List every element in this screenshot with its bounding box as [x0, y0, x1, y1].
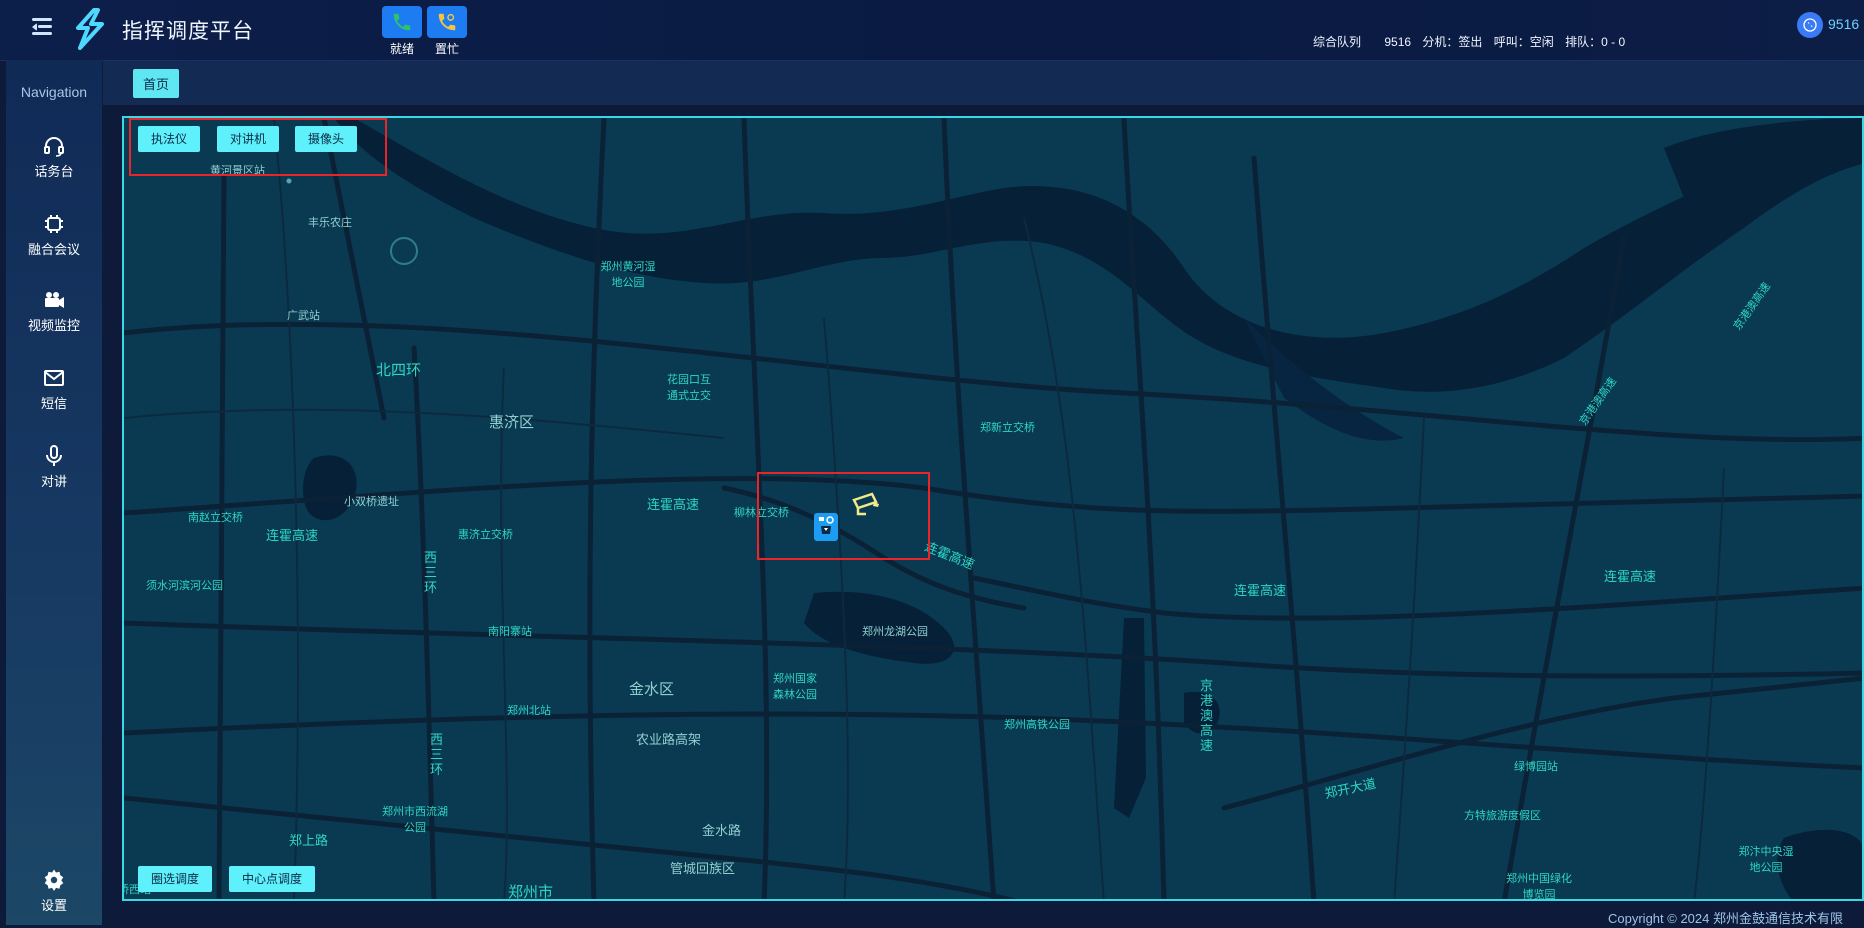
chip-icon [45, 215, 63, 233]
map-label: 金水路 [702, 823, 742, 838]
busy-label: 置忙 [434, 42, 459, 56]
user-id[interactable]: 9516 [1828, 16, 1859, 32]
map-label: 郑州国家森林公园 [773, 673, 817, 701]
nav-item-sms[interactable]: 短信 [6, 366, 102, 426]
nav-item-label: 短信 [40, 396, 67, 411]
map-label: 郑州市 [508, 884, 554, 901]
map-label: 连霍高速 [1234, 583, 1287, 598]
queue-label: 综合队列 [1313, 35, 1362, 49]
map-label: 惠济区 [489, 414, 535, 431]
video-camera-icon [45, 292, 64, 308]
gear-icon [44, 869, 64, 891]
map-label: 郑州龙湖公园 [862, 626, 928, 638]
app-logo-icon [72, 8, 108, 50]
map-label: 农业路高架 [636, 732, 702, 747]
map-label: 南赵立交桥 [188, 512, 243, 524]
map-label: 郑上路 [289, 833, 329, 848]
ready-phone-button[interactable] [382, 6, 422, 38]
nav-item-video[interactable]: 视频监控 [6, 288, 102, 348]
map-label: 京港澳高速 [1200, 678, 1214, 753]
nav-item-label: 对讲 [40, 474, 67, 489]
map-label: 连霍高速 [266, 528, 319, 543]
microphone-icon [46, 445, 62, 466]
map-label: 绿博园站 [1514, 761, 1558, 773]
map-label: 郑州黄河湿地公园 [600, 261, 656, 289]
sidebar: Navigation 话务台 融合会议 视频监控 短信 对讲 设置 [6, 60, 102, 925]
map-label: 郑州北站 [507, 705, 551, 717]
extension-number: 9516 [1384, 35, 1412, 49]
breadcrumb: 首页 [103, 61, 1864, 105]
app-title: 指挥调度平台 [122, 20, 254, 43]
call-status-line: 综合队列 9516 分机：签出 呼叫：空闲 排队：0 - 0 [1313, 33, 1633, 50]
map-label: 广武站 [287, 310, 320, 322]
menu-toggle-icon[interactable] [30, 14, 56, 40]
map-label: 郑州高铁公园 [1004, 719, 1070, 731]
map-label: 西三环 [430, 732, 444, 777]
nav-item-settings[interactable]: 设置 [6, 868, 102, 928]
nav-item-conference[interactable]: 融合会议 [6, 212, 102, 272]
map-view[interactable]: 黄河景区站 丰乐农庄 郑州黄河湿地公园 广武站 北四环 惠济区 花园口互通式立交… [122, 116, 1864, 901]
map-label: 惠济立交桥 [458, 529, 513, 541]
map-label: 连霍高速 [647, 497, 700, 512]
map-label: 管城回族区 [670, 861, 736, 876]
headset-icon [44, 137, 64, 157]
copyright-footer: Copyright © 2024 郑州金鼓通信技术有限 [1608, 911, 1843, 926]
breadcrumb-home[interactable]: 首页 [133, 69, 180, 98]
queue-state: 排队：0 - 0 [1565, 35, 1626, 49]
marker-highlight-box [757, 472, 930, 560]
nav-item-label: 融合会议 [27, 242, 80, 257]
map-label: 北四环 [376, 362, 422, 379]
whatsapp-phone-icon [1803, 18, 1817, 32]
phone-icon [393, 13, 411, 31]
mail-icon [44, 370, 64, 386]
map-label: 郑新立交桥 [980, 422, 1035, 434]
busy-phone-button[interactable] [427, 6, 467, 38]
nav-item-switchboard[interactable]: 话务台 [6, 134, 102, 194]
phone-busy-icon [438, 13, 456, 31]
map-label: 须水河滨河公园 [146, 580, 223, 592]
map-label: 郑州市西流湖公园 [382, 806, 448, 834]
user-avatar[interactable] [1797, 12, 1823, 38]
map-label: 花园口互通式立交 [667, 374, 711, 402]
call-state: 呼叫：空闲 [1493, 35, 1554, 49]
nav-item-label: 设置 [40, 898, 67, 913]
nav-item-label: 视频监控 [27, 318, 80, 333]
map-label: 丰乐农庄 [308, 217, 352, 229]
filter-highlight-box [129, 118, 387, 176]
map-label: 郑州中国绿化博览园 [1506, 873, 1572, 901]
map-label: 南阳寨站 [488, 626, 532, 638]
map-label: 连霍高速 [1604, 569, 1657, 584]
map-label: 西三环 [424, 550, 438, 595]
map-label: 金水区 [629, 681, 675, 698]
ready-label: 就绪 [389, 42, 414, 56]
nav-item-intercom[interactable]: 对讲 [6, 444, 102, 504]
extension-state: 分机：签出 [1422, 35, 1483, 49]
top-bar: 指挥调度平台 就绪 置忙 综合队列 9516 分机：签出 呼叫：空闲 排队：0 … [0, 0, 1864, 61]
map-canvas [124, 118, 1862, 899]
map-label: 方特旅游度假区 [1464, 810, 1541, 822]
center-point-dispatch-button[interactable]: 中心点调度 [229, 866, 316, 892]
map-label: 小双桥遗址 [344, 496, 399, 508]
map-label: 郑汴中央湿地公园 [1738, 846, 1794, 874]
nav-title: Navigation [20, 84, 88, 100]
nav-item-label: 话务台 [34, 164, 74, 179]
circle-dispatch-button[interactable]: 圈选调度 [138, 866, 213, 892]
